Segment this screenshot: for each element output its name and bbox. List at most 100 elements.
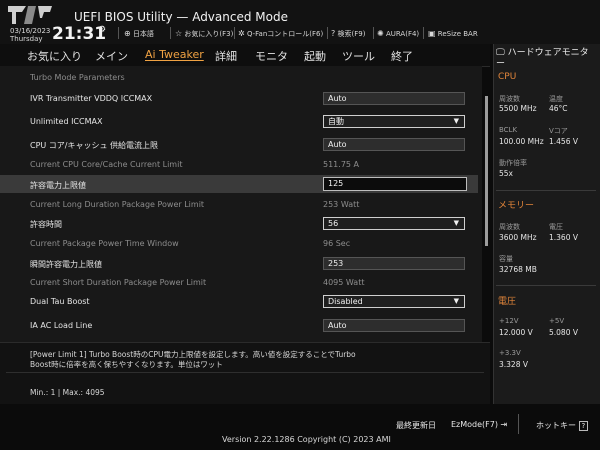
help-key-icon: ? bbox=[578, 421, 589, 431]
tab-exit[interactable]: 終了 bbox=[391, 48, 413, 64]
v12-value: 12.000 V bbox=[499, 328, 533, 337]
readonly-value: 511.75 A bbox=[323, 160, 360, 169]
power-limit-field[interactable]: 125 bbox=[323, 177, 467, 191]
bclk-label: BCLK bbox=[499, 126, 518, 134]
memory-section-title: メモリー bbox=[498, 201, 535, 211]
setting-label: Current Short Duration Package Power Lim… bbox=[30, 278, 207, 287]
cpu-freq-value: 5500 MHz bbox=[499, 104, 537, 113]
language-label: 日本語 bbox=[132, 30, 154, 38]
time-window-select[interactable]: 56 ▼ bbox=[323, 217, 465, 230]
favorites-button[interactable]: ☆ お気に入り(F3) bbox=[175, 29, 233, 39]
setting-label: Current CPU Core/Cache Current Limit bbox=[30, 160, 183, 169]
setting-label: Dual Tau Boost bbox=[30, 297, 90, 306]
setting-label: CPU コア/キャッシュ 供給電流上限 bbox=[30, 141, 159, 150]
exit-arrow-icon: ⇥ bbox=[500, 420, 508, 429]
fan-icon: ✲ bbox=[238, 29, 245, 38]
setting-label: 許容電力上限値 bbox=[30, 181, 86, 190]
tab-advanced[interactable]: 詳細 bbox=[215, 48, 237, 64]
setting-label: Unlimited ICCMAX bbox=[30, 117, 103, 126]
short-power-limit-field[interactable]: 253 bbox=[323, 257, 465, 270]
globe-icon: ⊕ bbox=[124, 29, 131, 38]
cpu-freq-label: 周波数 bbox=[499, 95, 520, 103]
qfan-button[interactable]: ✲ Q-Fanコントロール(F6) bbox=[238, 29, 323, 39]
select-value: 56 bbox=[328, 219, 339, 228]
search-label: 検索(F9) bbox=[337, 30, 366, 38]
date-display: 03/16/2023 Thursday bbox=[10, 27, 50, 43]
tab-favorites[interactable]: お気に入り bbox=[27, 48, 82, 64]
core-current-limit-field[interactable]: Auto bbox=[323, 138, 465, 151]
version-info: Version 2.22.1286 Copyright (C) 2023 AMI bbox=[222, 435, 391, 444]
resize-bar-label: ReSize BAR bbox=[437, 30, 478, 38]
ratio-label: 動作倍率 bbox=[499, 159, 527, 167]
tab-main[interactable]: メイン bbox=[95, 48, 128, 64]
setting-label: 瞬間許容電力上限値 bbox=[30, 260, 102, 269]
setting-label: IA AC Load Line bbox=[30, 321, 93, 330]
gear-icon[interactable]: ⚙ bbox=[98, 25, 106, 35]
setting-label: IVR Transmitter VDDQ ICCMAX bbox=[30, 94, 153, 103]
aura-label: AURA(F4) bbox=[385, 30, 420, 38]
language-button[interactable]: ⊕ 日本語 bbox=[124, 29, 154, 39]
tab-boot[interactable]: 起動 bbox=[304, 48, 326, 64]
dual-tau-boost-select[interactable]: Disabled ▼ bbox=[323, 295, 465, 308]
value-range: Min.: 1 | Max.: 4095 bbox=[30, 388, 105, 397]
divider bbox=[423, 27, 424, 39]
v5-value: 5.080 V bbox=[549, 328, 578, 337]
resize-bar-icon: ▣ bbox=[428, 29, 436, 38]
aura-button[interactable]: ✺ AURA(F4) bbox=[377, 29, 419, 38]
divider bbox=[234, 27, 235, 39]
mem-freq-value: 3600 MHz bbox=[499, 233, 537, 242]
mem-freq-label: 周波数 bbox=[499, 223, 520, 231]
v12-label: +12V bbox=[499, 317, 519, 325]
tuf-logo-icon bbox=[8, 6, 52, 24]
scrollbar[interactable] bbox=[485, 96, 488, 246]
v33-label: +3.3V bbox=[499, 349, 521, 357]
divider bbox=[518, 414, 519, 434]
help-text-line2: Boost時に倍率を高く保ちやすくなります。単位はワット bbox=[30, 360, 223, 369]
setting-label: Current Package Power Time Window bbox=[30, 239, 179, 248]
cpu-section-title: CPU bbox=[498, 72, 517, 82]
vcore-label: Vコア bbox=[549, 127, 568, 135]
date: 03/16/2023 bbox=[10, 27, 51, 35]
tab-ai-tweaker[interactable]: Ai Tweaker bbox=[145, 48, 204, 61]
ivr-vddq-iccmax-field[interactable]: Auto bbox=[323, 92, 465, 105]
monitor-icon: 🖵 bbox=[496, 48, 505, 58]
window-title: UEFI BIOS Utility — Advanced Mode bbox=[74, 10, 288, 24]
last-modified-button[interactable]: 最終更新日 bbox=[396, 420, 436, 431]
hotkeys-label: ホットキー bbox=[536, 421, 576, 430]
ia-ac-load-line-field[interactable]: Auto bbox=[323, 319, 465, 332]
divider bbox=[118, 27, 119, 39]
cpu-temp-value: 46°C bbox=[549, 104, 568, 113]
divider bbox=[327, 27, 328, 39]
hotkeys-button[interactable]: ホットキー ? bbox=[536, 420, 589, 431]
mem-cap-value: 32768 MB bbox=[499, 265, 537, 274]
aura-icon: ✺ bbox=[377, 29, 384, 38]
divider bbox=[170, 27, 171, 39]
section-title: Turbo Mode Parameters bbox=[30, 73, 125, 82]
divider bbox=[6, 372, 484, 373]
v5-label: +5V bbox=[549, 317, 565, 325]
select-value: Disabled bbox=[328, 297, 363, 306]
search-button[interactable]: ? 検索(F9) bbox=[331, 29, 365, 39]
tab-tool[interactable]: ツール bbox=[342, 48, 375, 64]
unlimited-iccmax-select[interactable]: 自動 ▼ bbox=[323, 115, 465, 128]
divider bbox=[373, 27, 374, 39]
resize-bar-button[interactable]: ▣ ReSize BAR bbox=[428, 29, 478, 38]
chevron-down-icon: ▼ bbox=[453, 117, 459, 125]
vcore-value: 1.456 V bbox=[549, 137, 578, 146]
star-icon: ☆ bbox=[175, 29, 183, 38]
ezmode-button[interactable]: EzMode(F7) ⇥ bbox=[451, 420, 507, 429]
cpu-temp-label: 温度 bbox=[549, 95, 563, 103]
v33-value: 3.328 V bbox=[499, 360, 528, 369]
voltage-section-title: 電圧 bbox=[498, 297, 517, 307]
chevron-down-icon: ▼ bbox=[453, 297, 459, 305]
mem-cap-label: 容量 bbox=[499, 255, 513, 263]
select-value: 自動 bbox=[328, 117, 344, 126]
hardware-monitor-title: 🖵 ハードウェアモニター bbox=[496, 48, 596, 70]
readonly-value: 4095 Watt bbox=[323, 278, 365, 287]
mem-volt-value: 1.360 V bbox=[549, 233, 578, 242]
tab-monitor[interactable]: モニタ bbox=[255, 48, 288, 64]
weekday: Thursday bbox=[10, 35, 43, 43]
qfan-label: Q-Fanコントロール(F6) bbox=[246, 30, 324, 38]
readonly-value: 253 Watt bbox=[323, 200, 360, 209]
chevron-down-icon: ▼ bbox=[453, 219, 459, 227]
